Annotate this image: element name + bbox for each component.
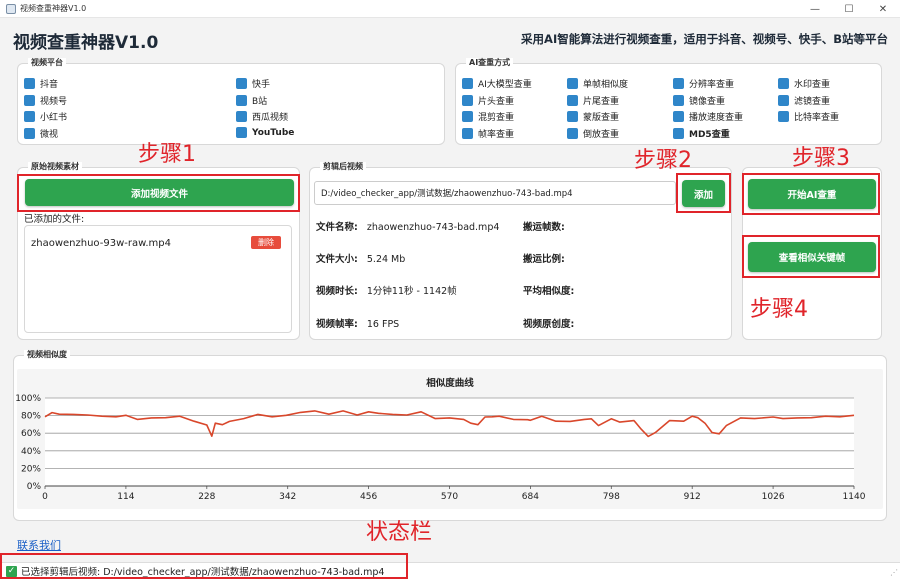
ai-checkbox-single-frame[interactable]: 单帧相似度 (567, 77, 628, 90)
checkbox-box[interactable] (778, 111, 789, 122)
checkbox-box[interactable] (778, 78, 789, 89)
checkbox-box[interactable] (673, 78, 684, 89)
delete-file-button[interactable]: 删除 (251, 236, 281, 249)
checkbox-box[interactable] (673, 111, 684, 122)
ai-checkbox-reverse[interactable]: 倒放查重 (567, 127, 619, 140)
close-icon[interactable]: ✕ (866, 0, 900, 18)
checkbox-box[interactable] (778, 95, 789, 106)
ai-checkbox-intro[interactable]: 片头查重 (462, 94, 514, 107)
ai-checkbox-outro[interactable]: 片尾查重 (567, 94, 619, 107)
checkbox-box[interactable] (236, 95, 247, 106)
ai-checkbox-md5[interactable]: MD5查重 (673, 127, 730, 140)
maximize-icon[interactable]: ☐ (832, 0, 866, 18)
chart-title: 相似度曲线 (426, 378, 474, 389)
original-group-title: 原始视频素材 (28, 162, 82, 172)
contact-us-link[interactable]: 联系我们 (17, 537, 61, 553)
checkbox-box[interactable] (462, 128, 473, 139)
platform-group: 视频平台 (17, 58, 445, 145)
similarity-group-title: 视频相似度 (24, 350, 70, 360)
platform-checkbox-shipinhao[interactable]: 视频号 (24, 94, 67, 107)
checkbox-box[interactable] (567, 111, 578, 122)
checkbox-box[interactable] (673, 95, 684, 106)
status-bar: ✓ 已选择剪辑后视频: D:/video_checker_app/测试数据/zh… (0, 562, 900, 579)
check-icon: ✓ (6, 565, 17, 577)
checkbox-box[interactable] (462, 95, 473, 106)
info-moved-ratio: 搬运比例: (523, 254, 565, 265)
list-item[interactable]: zhaowenzhuo-93w-raw.mp4 (31, 238, 171, 249)
platform-checkbox-xigua[interactable]: 西瓜视频 (236, 110, 288, 123)
checkbox-box[interactable] (236, 127, 247, 138)
checkbox-box[interactable] (24, 95, 35, 106)
platform-group-title: 视频平台 (28, 58, 66, 68)
resize-grip-icon[interactable]: ⋰ (890, 568, 898, 577)
info-file-name: 文件名称: zhaowenzhuo-743-bad.mp4 (316, 222, 500, 233)
ai-checkbox-mixcut[interactable]: 混剪查重 (462, 110, 514, 123)
platform-checkbox-bilibili[interactable]: B站 (236, 94, 267, 107)
platform-checkbox-kuaishou[interactable]: 快手 (236, 77, 270, 90)
ai-group-title: AI查重方式 (466, 58, 514, 68)
ai-checkbox-bitrate[interactable]: 比特率查重 (778, 110, 839, 123)
ai-checkbox-mirror[interactable]: 镜像查重 (673, 94, 725, 107)
add-video-file-button[interactable]: 添加视频文件 (25, 179, 294, 206)
info-moved-frames: 搬运帧数: (523, 222, 565, 233)
ai-checkbox-framerate[interactable]: 帧率查重 (462, 127, 514, 140)
status-text: 已选择剪辑后视频: D:/video_checker_app/测试数据/zhao… (21, 567, 385, 578)
ai-checkbox-filter[interactable]: 滤镜查重 (778, 94, 830, 107)
added-files-list[interactable]: zhaowenzhuo-93w-raw.mp4 删除 (24, 225, 292, 333)
checkbox-box[interactable] (462, 78, 473, 89)
platform-checkbox-xiaohongshu[interactable]: 小红书 (24, 110, 67, 123)
info-file-size: 文件大小: 5.24 Mb (316, 254, 406, 265)
checkbox-box[interactable] (24, 111, 35, 122)
step3-annotation: 步骤3 (792, 146, 850, 171)
step4-annotation: 步骤4 (750, 297, 808, 322)
app-title: 视频查重神器V1.0 (13, 33, 159, 53)
minimize-icon[interactable]: — (798, 0, 832, 18)
step2-annotation: 步骤2 (634, 148, 692, 173)
checkbox-box[interactable] (567, 128, 578, 139)
platform-checkbox-weishi[interactable]: 微视 (24, 127, 58, 140)
checkbox-box[interactable] (567, 78, 578, 89)
ai-checkbox-llm[interactable]: AI大模型查重 (462, 77, 532, 90)
window-title: 视频查重神器V1.0 (20, 4, 87, 13)
app-icon (6, 3, 16, 14)
checkbox-box[interactable] (567, 95, 578, 106)
app-subtitle: 采用AI智能算法进行视频查重，适用于抖音、视频号、快手、B站等平台 (521, 32, 888, 46)
info-fps: 视频帧率: 16 FPS (316, 319, 400, 330)
ai-checkbox-resolution[interactable]: 分辨率查重 (673, 77, 734, 90)
checkbox-box[interactable] (236, 78, 247, 89)
chart-area (17, 369, 883, 509)
info-avg-similarity: 平均相似度: (523, 286, 575, 297)
add-edited-video-button[interactable]: 添加 (682, 180, 725, 207)
checkbox-box[interactable] (24, 78, 35, 89)
statusbar-annotation: 状态栏 (366, 520, 433, 545)
checkbox-box[interactable] (462, 111, 473, 122)
start-ai-check-button[interactable]: 开始AI查重 (748, 179, 876, 209)
checkbox-box[interactable] (24, 128, 35, 139)
window-titlebar: 视频查重神器V1.0 — ☐ ✕ (0, 0, 900, 18)
checkbox-box[interactable] (673, 128, 684, 139)
edited-video-path-input[interactable]: D:/video_checker_app/测试数据/zhaowenzhuo-74… (314, 181, 676, 205)
step1-annotation: 步骤1 (138, 142, 196, 167)
added-files-label: 已添加的文件: (24, 214, 85, 225)
checkbox-box[interactable] (236, 111, 247, 122)
info-originality: 视频原创度: (523, 319, 575, 330)
platform-checkbox-douyin[interactable]: 抖音 (24, 77, 58, 90)
ai-checkbox-speed[interactable]: 播放速度查重 (673, 110, 743, 123)
view-keyframes-button[interactable]: 查看相似关键帧 (748, 242, 876, 272)
ai-checkbox-watermark[interactable]: 水印查重 (778, 77, 830, 90)
window-controls: — ☐ ✕ (798, 0, 900, 18)
platform-checkbox-youtube[interactable]: YouTube (236, 127, 294, 138)
ai-checkbox-mask[interactable]: 蒙版查重 (567, 110, 619, 123)
info-duration: 视频时长: 1分钟11秒 - 1142帧 (316, 286, 457, 297)
edited-group-title: 剪辑后视频 (320, 162, 366, 172)
